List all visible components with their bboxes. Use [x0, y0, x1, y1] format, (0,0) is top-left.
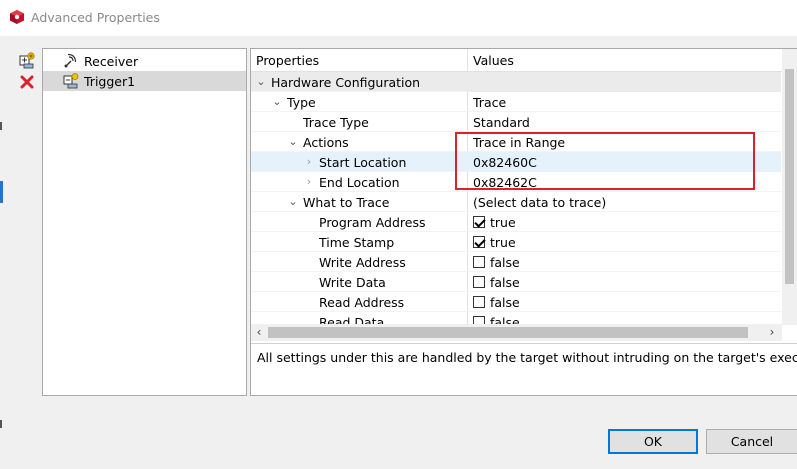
time-stamp-checkbox[interactable]	[473, 236, 485, 248]
property-label: Write Address	[319, 255, 406, 270]
grid-row-trace-type[interactable]: Trace Type Standard	[251, 112, 781, 132]
scroll-right-icon[interactable]: ›	[763, 324, 781, 341]
property-label: What to Trace	[303, 195, 390, 210]
vertical-scrollbar[interactable]	[782, 49, 797, 325]
tree-item-label: Trigger1	[84, 74, 136, 89]
property-value: (Select data to trace)	[473, 195, 607, 210]
chevron-right-icon[interactable]: ›	[303, 155, 315, 169]
tree-item-label: Receiver	[84, 54, 139, 69]
grid-row-program-address[interactable]: Program Address true	[251, 212, 781, 232]
tree-item-trigger1[interactable]: Trigger1	[43, 71, 246, 91]
property-value: true	[490, 235, 516, 250]
grid-row-read-address[interactable]: Read Address false	[251, 292, 781, 312]
chevron-right-icon[interactable]: ›	[303, 175, 315, 189]
grid-row-actions[interactable]: ⌄ Actions Trace in Range	[251, 132, 781, 152]
grid-row-time-stamp[interactable]: Time Stamp true	[251, 232, 781, 252]
grid-row-write-address[interactable]: Write Address false	[251, 252, 781, 272]
write-data-checkbox[interactable]	[473, 276, 485, 288]
property-label: Read Address	[319, 295, 405, 310]
property-label: Actions	[303, 135, 349, 150]
property-value: Trace in Range	[473, 135, 566, 150]
grid-header: Properties Values	[251, 49, 797, 72]
window-title: Advanced Properties	[31, 10, 160, 25]
trigger-icon	[63, 73, 79, 89]
grid-body: ⌄ Hardware Configuration ⌄ Type Trace Tr…	[251, 72, 781, 325]
delete-icon[interactable]	[20, 75, 34, 89]
property-value: Trace	[473, 95, 507, 110]
property-value[interactable]: 0x82460C	[473, 155, 537, 170]
property-description: All settings under this are handled by t…	[257, 350, 797, 365]
property-value: false	[490, 255, 520, 270]
property-value: false	[490, 275, 520, 290]
values-column-header[interactable]: Values	[473, 53, 514, 68]
grid-row-what-to-trace[interactable]: ⌄ What to Trace (Select data to trace)	[251, 192, 781, 212]
tree-item-receiver[interactable]: Receiver	[43, 51, 246, 71]
ok-button[interactable]: OK	[608, 429, 698, 454]
title-bar: Advanced Properties	[0, 0, 797, 36]
property-label: Trace Type	[303, 115, 369, 130]
property-value[interactable]: 0x82462C	[473, 175, 537, 190]
property-label: Program Address	[319, 215, 426, 230]
property-label: End Location	[319, 175, 400, 190]
receiver-icon	[64, 53, 77, 68]
chevron-down-icon[interactable]: ⌄	[255, 75, 267, 89]
scroll-left-icon[interactable]: ‹	[251, 324, 267, 341]
grid-row-hardware-configuration[interactable]: ⌄ Hardware Configuration	[251, 72, 781, 92]
horizontal-scrollbar-thumb[interactable]	[268, 327, 748, 338]
background-edge-highlight	[0, 181, 3, 203]
description-divider	[251, 343, 797, 344]
property-label: Write Data	[319, 275, 386, 290]
property-value: Standard	[473, 115, 530, 130]
property-label: Start Location	[319, 155, 407, 170]
property-value: true	[490, 215, 516, 230]
property-value: false	[490, 295, 520, 310]
add-trigger-icon[interactable]	[18, 52, 36, 70]
app-logo-icon	[10, 10, 24, 24]
write-address-checkbox[interactable]	[473, 256, 485, 268]
program-address-checkbox[interactable]	[473, 216, 485, 228]
grid-row-start-location[interactable]: › Start Location 0x82460C	[251, 152, 781, 172]
property-label: Time Stamp	[319, 235, 395, 250]
chevron-down-icon[interactable]: ⌄	[287, 195, 299, 209]
chevron-down-icon[interactable]: ⌄	[271, 95, 283, 109]
grid-row-type[interactable]: ⌄ Type Trace	[251, 92, 781, 112]
property-label: Type	[287, 95, 316, 110]
grid-row-write-data[interactable]: Write Data false	[251, 272, 781, 292]
grid-row-end-location[interactable]: › End Location 0x82462C	[251, 172, 781, 192]
background-edge-mark	[0, 122, 2, 130]
cancel-button[interactable]: Cancel	[706, 429, 797, 454]
read-address-checkbox[interactable]	[473, 296, 485, 308]
background-edge-mark	[0, 420, 2, 428]
trigger-tree: Receiver Trigger1	[42, 48, 247, 396]
horizontal-scrollbar[interactable]: ‹	[251, 324, 782, 341]
chevron-down-icon[interactable]: ⌄	[287, 135, 299, 149]
properties-column-header[interactable]: Properties	[256, 53, 319, 68]
property-label: Hardware Configuration	[271, 75, 421, 90]
vertical-scrollbar-thumb[interactable]	[785, 69, 794, 284]
